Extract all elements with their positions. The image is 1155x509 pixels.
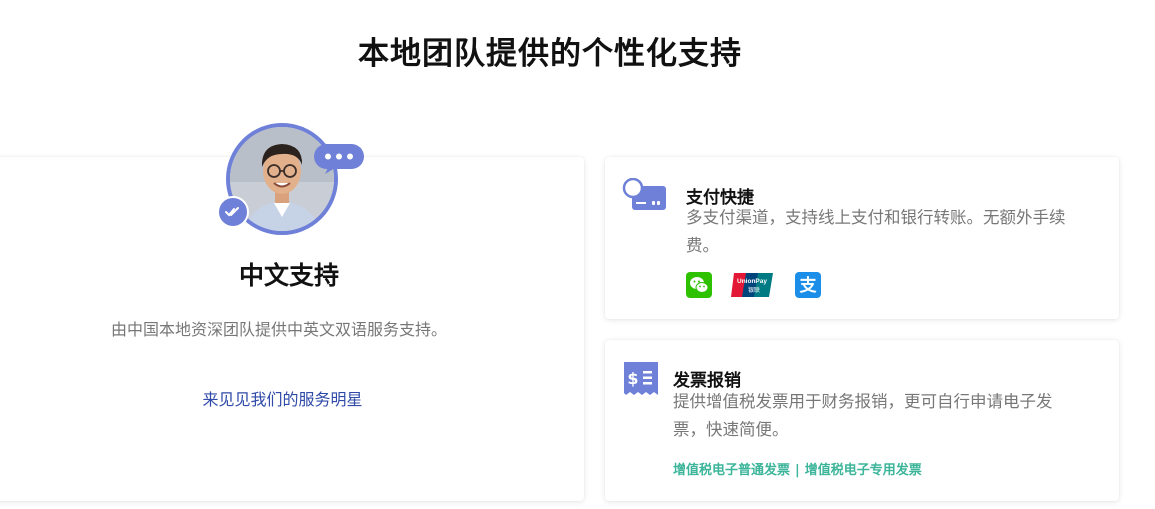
svg-text:$: $ xyxy=(627,369,638,388)
unionpay-text: UnionPay xyxy=(737,278,767,285)
chat-bubble-icon xyxy=(313,143,365,175)
alipay-icon: 支 xyxy=(795,272,821,298)
wechat-pay-icon xyxy=(686,272,712,298)
double-check-icon xyxy=(217,196,249,228)
meet-service-stars-link[interactable]: 来见见我们的服务明星 xyxy=(0,386,565,410)
support-heading: 中文支持 xyxy=(238,261,339,290)
unionpay-icon: UnionPay 银联 xyxy=(731,272,773,298)
section-title: 本地团队提供的个性化支持 xyxy=(358,36,742,72)
invoice-links: 增值税电子普通发票 | 增值税电子专用发票 xyxy=(673,459,922,478)
special-e-invoice-link[interactable]: 增值税电子专用发票 xyxy=(805,463,922,478)
support-description: 由中国本地资深团队提供中英文双语服务支持。 xyxy=(110,320,447,339)
invoice-link-separator: | xyxy=(795,463,800,478)
unionpay-cn-text: 银联 xyxy=(748,286,760,294)
support-section: 本地团队提供的个性化支持 中文支持 由中国本地资深团队提供中英文双语服务支持。 … xyxy=(0,0,1155,509)
invoice-receipt-icon: $ xyxy=(622,360,660,402)
payment-card-icon xyxy=(622,177,668,216)
payment-description: 多支付渠道，支持线上支付和银行转账。无额外手续费。 xyxy=(686,208,1066,255)
invoice-description: 提供增值税发票用于财务报销，更可自行申请电子发票，快速简便。 xyxy=(673,392,1053,439)
general-e-invoice-link[interactable]: 增值税电子普通发票 xyxy=(673,463,790,478)
svg-text:支: 支 xyxy=(800,275,818,296)
